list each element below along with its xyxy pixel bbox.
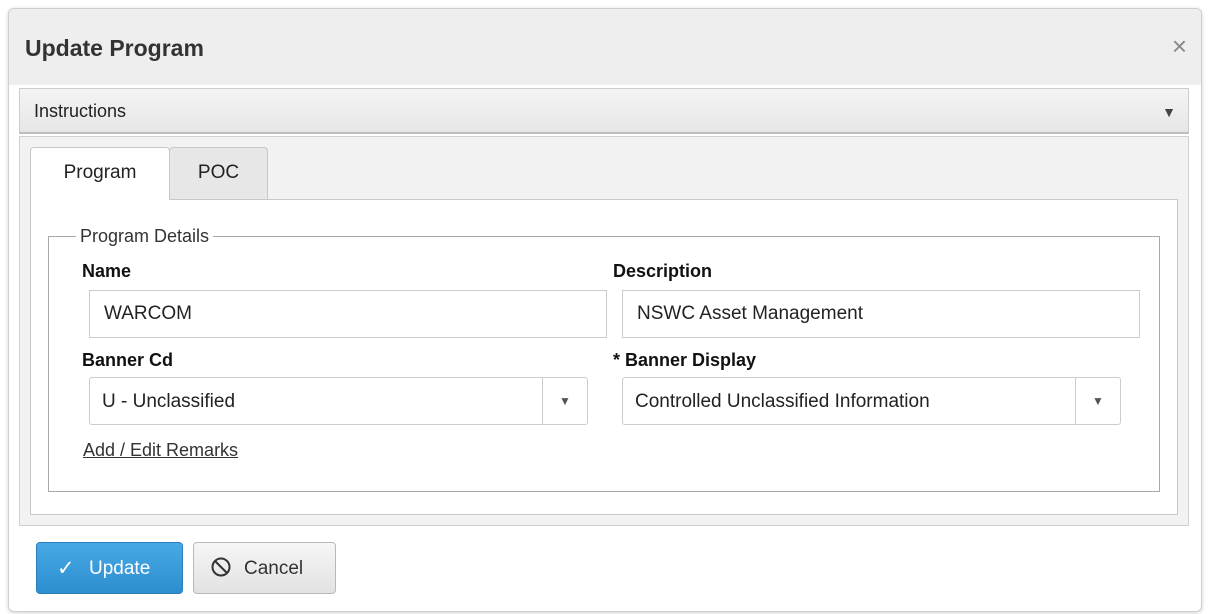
dialog-title: Update Program [25, 35, 204, 61]
tab-poc[interactable]: POC [169, 147, 268, 199]
name-input[interactable]: WARCOM [89, 290, 607, 338]
chevron-down-icon: ▼ [559, 394, 571, 408]
banner-display-dropdown-button[interactable]: ▼ [1075, 378, 1120, 424]
description-input[interactable]: NSWC Asset Management [622, 290, 1140, 338]
description-label: Description [613, 261, 713, 281]
cancel-button-label: Cancel [244, 558, 304, 579]
banner-cd-label: Banner Cd [82, 350, 174, 370]
program-details-legend: Program Details [76, 226, 214, 247]
chevron-down-icon: ▼ [1092, 394, 1104, 408]
update-button[interactable]: ✓ Update [36, 542, 183, 594]
name-label: Name [82, 261, 132, 281]
tab-program[interactable]: Program [30, 147, 170, 200]
chevron-down-icon: ▼ [1162, 104, 1176, 120]
banner-display-select[interactable]: Controlled Unclassified Information ▼ [622, 377, 1121, 425]
banner-cd-dropdown-button[interactable]: ▼ [542, 378, 587, 424]
cancel-button[interactable]: Cancel [193, 542, 336, 594]
close-icon[interactable]: × [1172, 33, 1187, 59]
update-button-label: Update [89, 558, 151, 579]
checkmark-icon: ✓ [57, 557, 75, 580]
banner-cd-value: U - Unclassified [102, 391, 236, 412]
banner-cd-select[interactable]: U - Unclassified ▼ [89, 377, 588, 425]
dialog-header: Update Program × [9, 9, 1201, 85]
cancel-circle-icon [210, 556, 232, 578]
banner-display-value: Controlled Unclassified Information [635, 391, 930, 412]
add-edit-remarks-link[interactable]: Add / Edit Remarks [83, 440, 238, 461]
instructions-label: Instructions [34, 101, 127, 121]
instructions-accordion[interactable]: Instructions ▼ [19, 88, 1189, 134]
banner-display-label: * Banner Display [613, 350, 757, 370]
